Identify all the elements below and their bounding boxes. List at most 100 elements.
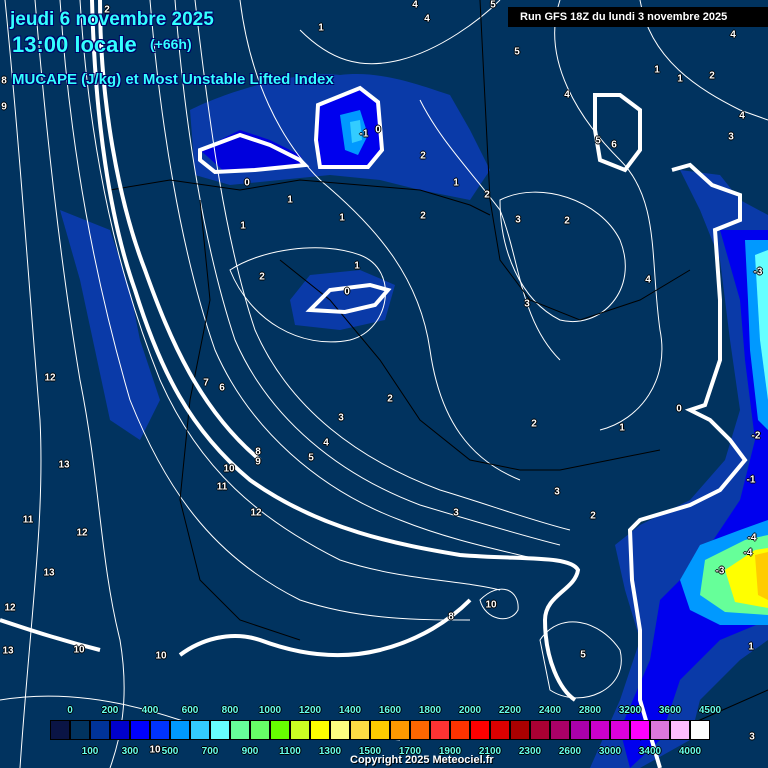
contour-label: 2 bbox=[387, 393, 393, 405]
colorbar-swatch bbox=[310, 720, 330, 740]
colorbar-tick-label: 700 bbox=[201, 746, 219, 757]
colorbar-swatch bbox=[670, 720, 690, 740]
contour-label: 1 bbox=[354, 260, 360, 272]
contour-label: 12 bbox=[76, 527, 88, 539]
contour-label: 3 bbox=[453, 507, 459, 519]
colorbar-tick-label: 3600 bbox=[658, 705, 682, 716]
colorbar-tick-label: 2300 bbox=[518, 746, 542, 757]
contour-label: 10 bbox=[149, 744, 161, 756]
colorbar-swatch bbox=[450, 720, 470, 740]
contour-label: 9 bbox=[1, 101, 7, 113]
colorbar-swatch bbox=[570, 720, 590, 740]
contour-label: 12 bbox=[250, 507, 262, 519]
contour-label: 5 bbox=[308, 452, 314, 464]
contour-label: -3 bbox=[715, 565, 725, 577]
colorbar-swatch bbox=[250, 720, 270, 740]
colorbar-tick-label: 800 bbox=[221, 705, 239, 716]
contour-label: 4 bbox=[739, 110, 745, 122]
contour-label: -1 bbox=[359, 128, 369, 140]
colorbar-tick-label: 1000 bbox=[258, 705, 282, 716]
colorbar-tick-label: 400 bbox=[141, 705, 159, 716]
contour-label: 1 bbox=[677, 73, 683, 85]
contour-label: 1 bbox=[287, 194, 293, 206]
colorbar-swatch bbox=[130, 720, 150, 740]
contour-label: 10 bbox=[155, 650, 167, 662]
contour-label: 1 bbox=[654, 64, 660, 76]
contour-label: 8 bbox=[1, 75, 7, 87]
contour-label: 8 bbox=[448, 611, 454, 623]
colorbar-swatch bbox=[470, 720, 490, 740]
contour-label: -4 bbox=[747, 532, 757, 544]
contour-label: 5 bbox=[580, 649, 586, 661]
colorbar-swatch bbox=[70, 720, 90, 740]
colorbar-swatch bbox=[650, 720, 670, 740]
contour-label: 12 bbox=[4, 602, 16, 614]
contour-label: 0 bbox=[244, 177, 250, 189]
contour-label: 3 bbox=[554, 486, 560, 498]
contour-label: 1 bbox=[318, 22, 324, 34]
colorbar-tick-label: 900 bbox=[241, 746, 259, 757]
colorbar-tick-label: 2000 bbox=[458, 705, 482, 716]
colorbar-swatch bbox=[390, 720, 410, 740]
contour-label: 1 bbox=[748, 641, 754, 653]
contour-label: 2 bbox=[484, 189, 490, 201]
contour-label: 2 bbox=[564, 215, 570, 227]
contour-label: 10 bbox=[73, 644, 85, 656]
colorbar-swatch bbox=[530, 720, 550, 740]
contour-label: 6 bbox=[219, 382, 225, 394]
colorbar-swatch bbox=[610, 720, 630, 740]
colorbar-swatch bbox=[430, 720, 450, 740]
contour-label: -2 bbox=[751, 430, 761, 442]
contour-label: 3 bbox=[524, 298, 530, 310]
colorbar-swatch bbox=[550, 720, 570, 740]
contour-label: 1 bbox=[619, 422, 625, 434]
colorbar-swatch bbox=[330, 720, 350, 740]
colorbar-swatch bbox=[50, 720, 70, 740]
contour-label: 2 bbox=[531, 418, 537, 430]
contour-label: 2 bbox=[420, 150, 426, 162]
colorbar-swatch bbox=[110, 720, 130, 740]
colorbar-swatch bbox=[230, 720, 250, 740]
contour-label: 12 bbox=[44, 372, 56, 384]
contour-label: -4 bbox=[743, 547, 753, 559]
contour-label: 13 bbox=[58, 459, 70, 471]
contour-label: -1 bbox=[746, 474, 756, 486]
colorbar-tick-label: 300 bbox=[121, 746, 139, 757]
colorbar-tick-label: 2600 bbox=[558, 746, 582, 757]
colorbar-tick-label: 2200 bbox=[498, 705, 522, 716]
contour-label: 1 bbox=[339, 212, 345, 224]
colorbar-swatch bbox=[290, 720, 310, 740]
colorbar-tick-label: 3000 bbox=[598, 746, 622, 757]
contour-label: 4 bbox=[730, 29, 736, 41]
contour-label: 11 bbox=[216, 481, 228, 493]
contour-label: 4 bbox=[645, 274, 651, 286]
colorbar-swatch bbox=[90, 720, 110, 740]
map-title: MUCAPE (J/kg) et Most Unstable Lifted In… bbox=[12, 71, 334, 88]
contour-label: 13 bbox=[2, 645, 14, 657]
model-run-label: Run GFS 18Z du lundi 3 novembre 2025 bbox=[508, 7, 768, 27]
contour-label: -3 bbox=[753, 266, 763, 278]
contour-label: 5 bbox=[595, 135, 601, 147]
colorbar-swatch bbox=[630, 720, 650, 740]
colorbar-swatch bbox=[410, 720, 430, 740]
contour-label: 3 bbox=[338, 412, 344, 424]
contour-label: 7 bbox=[203, 377, 209, 389]
contour-label: 3 bbox=[749, 731, 755, 743]
forecast-lead-time: (+66h) bbox=[150, 36, 192, 52]
contour-label: 2 bbox=[590, 510, 596, 522]
colorbar-swatch bbox=[490, 720, 510, 740]
contour-label: 1 bbox=[240, 220, 246, 232]
colorbar-swatch bbox=[590, 720, 610, 740]
colorbar-tick-label: 3400 bbox=[638, 746, 662, 757]
contour-label: 2 bbox=[420, 210, 426, 222]
contour-label: 4 bbox=[323, 437, 329, 449]
colorbar-tick-label: 3200 bbox=[618, 705, 642, 716]
colorbar-tick-label: 100 bbox=[81, 746, 99, 757]
contour-label: 9 bbox=[255, 456, 261, 468]
colorbar-tick-label: 200 bbox=[101, 705, 119, 716]
colorbar-tick-label: 1800 bbox=[418, 705, 442, 716]
colorbar-tick-label: 2800 bbox=[578, 705, 602, 716]
colorbar-tick-label: 600 bbox=[181, 705, 199, 716]
colorbar-swatch bbox=[150, 720, 170, 740]
colorbar-tick-label: 1100 bbox=[279, 746, 301, 757]
